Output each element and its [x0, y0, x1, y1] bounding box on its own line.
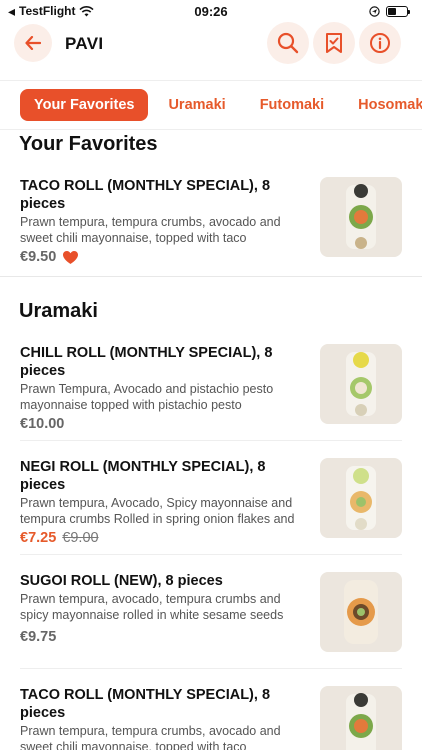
menu-item[interactable]: CHILL ROLL (MONTHLY SPECIAL), 8 pieces P… — [20, 344, 402, 434]
bookmark-button[interactable] — [313, 22, 355, 64]
item-description: Prawn tempura, avocado, tempura crumbs a… — [20, 592, 284, 622]
info-button[interactable] — [359, 22, 401, 64]
section-divider — [0, 276, 422, 277]
item-description: Prawn Tempura, Avocado and pistachio pes… — [20, 382, 274, 412]
menu-item[interactable]: NEGI ROLL (MONTHLY SPECIAL), 8 pieces Pr… — [20, 458, 402, 548]
menu-item[interactable]: TACO ROLL (MONTHLY SPECIAL), 8 pieces Pr… — [20, 177, 402, 267]
back-chevron-icon[interactable]: ◂ — [8, 3, 15, 20]
app-header: PAVI — [0, 22, 422, 66]
battery-icon — [386, 5, 410, 17]
back-button[interactable] — [14, 24, 52, 62]
item-divider — [20, 554, 402, 555]
search-button[interactable] — [267, 22, 309, 64]
item-image — [320, 572, 402, 652]
item-name: TACO ROLL (MONTHLY SPECIAL), 8 pieces — [20, 178, 271, 212]
status-right — [369, 5, 410, 17]
item-name: SUGOI ROLL (NEW), 8 pieces — [20, 573, 223, 589]
item-image — [320, 177, 402, 257]
item-price: €9.75 — [20, 629, 57, 645]
item-description: Prawn tempura, Avocado, Spicy mayonnaise… — [20, 496, 295, 526]
item-description: Prawn tempura, tempura crumbs, avocado a… — [20, 215, 281, 245]
item-price: €10.00 — [20, 416, 65, 432]
wifi-icon — [79, 5, 95, 16]
tab-uramaki[interactable]: Uramaki — [151, 89, 242, 121]
page-title: PAVI — [65, 34, 104, 53]
item-divider — [20, 440, 402, 441]
item-sale-price: €7.25 — [20, 530, 57, 546]
menu-item[interactable]: TACO ROLL (MONTHLY SPECIAL), 8 pieces Pr… — [20, 686, 402, 750]
category-tabs: Your Favorites Uramaki Futomaki Hosomaki — [0, 80, 422, 130]
bookmark-icon — [326, 33, 342, 53]
search-icon — [277, 32, 299, 54]
item-image — [320, 686, 402, 750]
item-price: €9.50 — [20, 249, 57, 265]
item-name: CHILL ROLL (MONTHLY SPECIAL), 8 pieces — [20, 345, 273, 379]
item-name: TACO ROLL (MONTHLY SPECIAL), 8 pieces — [20, 687, 271, 721]
info-icon — [370, 33, 390, 53]
tab-futomaki[interactable]: Futomaki — [243, 89, 341, 121]
menu-item[interactable]: SUGOI ROLL (NEW), 8 pieces Prawn tempura… — [20, 572, 402, 662]
section-title-uramaki: Uramaki — [19, 300, 98, 322]
tab-hosomaki[interactable]: Hosomaki — [341, 89, 422, 121]
section-title-favorites: Your Favorites — [19, 133, 158, 155]
location-icon — [369, 5, 380, 17]
item-divider — [20, 668, 402, 669]
carrier-label: TestFlight — [19, 4, 76, 18]
item-name: NEGI ROLL (MONTHLY SPECIAL), 8 pieces — [20, 459, 266, 493]
item-old-price: €9.00 — [62, 530, 99, 546]
status-left: ◂ TestFlight — [8, 3, 95, 20]
back-arrow-icon — [25, 36, 41, 50]
tab-your-favorites[interactable]: Your Favorites — [20, 89, 149, 121]
item-image — [320, 458, 402, 538]
status-time: 09:26 — [194, 3, 228, 19]
heart-icon[interactable] — [62, 250, 79, 265]
item-image — [320, 344, 402, 424]
item-description: Prawn tempura, tempura crumbs, avocado a… — [20, 724, 281, 750]
status-bar: ◂ TestFlight 09:26 — [0, 0, 422, 22]
